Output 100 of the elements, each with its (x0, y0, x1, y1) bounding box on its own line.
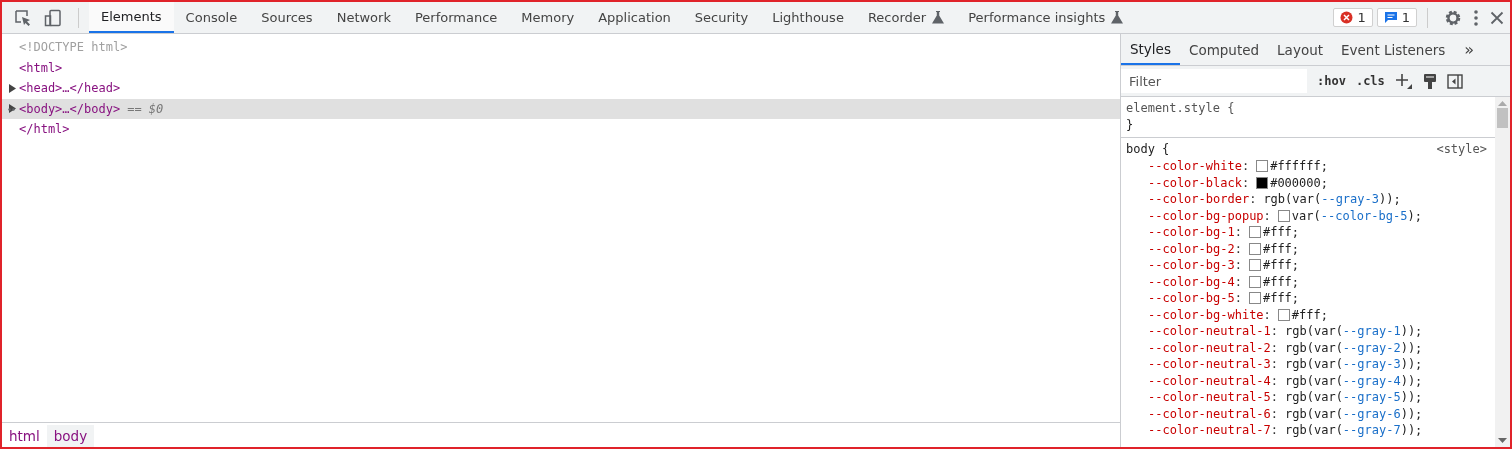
panel-tab[interactable]: Sources (249, 2, 325, 33)
message-count[interactable]: 1 (1376, 8, 1417, 27)
panel-tab[interactable]: Lighthouse (760, 2, 856, 33)
color-swatch[interactable] (1248, 226, 1261, 239)
property-name: --color-bg-2 (1148, 240, 1235, 257)
flask-icon (932, 11, 945, 24)
colon: : (1234, 290, 1242, 307)
sidebar-tab[interactable]: Layout (1268, 34, 1332, 65)
color-swatch[interactable] (1277, 209, 1290, 222)
colon: : (1234, 240, 1242, 257)
property-value: rgb(var(--gray-7)); (1285, 422, 1423, 439)
property-value: #fff; (1262, 224, 1300, 241)
message-icon (1383, 11, 1398, 24)
dom-node-text: <html> (19, 60, 63, 75)
colon: : (1234, 224, 1242, 241)
dom-node-text: <body>…</body> (19, 101, 121, 116)
property-value: #fff; (1262, 257, 1300, 274)
panel-tab[interactable]: Memory (509, 2, 587, 33)
sidebar-tab[interactable]: Event Listeners (1332, 34, 1455, 65)
closing-brace: } (1126, 117, 1135, 134)
property-name: --color-bg-popup (1148, 207, 1264, 224)
panel-tab[interactable]: Elements (89, 2, 174, 33)
property-value: rgb(var(--gray-1)); (1285, 323, 1423, 340)
color-swatch[interactable] (1248, 242, 1261, 255)
colon: : (1263, 306, 1271, 323)
sidebar-toggle-icon[interactable] (1446, 73, 1463, 89)
property-value: #ffffff; (1270, 158, 1328, 175)
panel-tab[interactable]: Console (173, 2, 250, 33)
colon: : (1270, 389, 1279, 406)
panel-tab[interactable]: Recorder (855, 2, 957, 33)
property-value: rgb(var(--gray-3)); (1285, 356, 1423, 373)
property-value: #fff; (1262, 290, 1300, 307)
colon: : (1270, 323, 1279, 340)
property-name: --color-bg-1 (1148, 224, 1235, 241)
scrollbar[interactable] (1495, 97, 1510, 447)
class-button[interactable]: .cls (1355, 74, 1385, 88)
property-name: --color-white (1148, 158, 1242, 175)
color-swatch[interactable] (1256, 176, 1269, 189)
property-value: rgb(var(--gray-5)); (1285, 389, 1423, 406)
panel-tab[interactable]: Performance insights (956, 2, 1136, 33)
dom-node-text: <!DOCTYPE html> (19, 40, 128, 55)
property-name: --color-neutral-2 (1148, 339, 1271, 356)
property-value: var(--color-bg-5); (1291, 207, 1422, 224)
colon: : (1270, 405, 1279, 422)
property-name: --color-border (1148, 191, 1250, 208)
node-reference: == $0 (127, 101, 164, 116)
property-name: --color-neutral-5 (1148, 389, 1271, 406)
selected-node-row[interactable]: <body>…</body> == $0 (2, 98, 1120, 119)
hover-state-button[interactable]: :hov (1317, 74, 1346, 88)
expand-arrow-icon[interactable] (8, 83, 16, 93)
property-value: #fff; (1291, 306, 1328, 323)
property-name: --color-neutral-7 (1148, 422, 1271, 439)
rule-selector: body { (1126, 141, 1170, 158)
property-name: --color-bg-3 (1148, 257, 1235, 274)
breadcrumb[interactable]: body (46, 425, 95, 447)
color-swatch[interactable] (1248, 292, 1261, 305)
panel-tab[interactable]: Performance (402, 2, 510, 33)
more-tabs-button[interactable]: » (1454, 34, 1485, 65)
add-icon[interactable] (1394, 73, 1413, 89)
colon: : (1234, 273, 1242, 290)
property-name: --color-neutral-1 (1148, 323, 1271, 340)
color-swatch[interactable] (1277, 308, 1290, 321)
property-value: #000000; (1270, 174, 1328, 191)
property-value: rgb(var(--gray-6)); (1285, 405, 1423, 422)
property-value: #fff; (1262, 273, 1300, 290)
property-name: --color-bg-white (1148, 306, 1264, 323)
error-count[interactable]: 1 (1333, 8, 1373, 27)
color-swatch[interactable] (1248, 259, 1261, 272)
property-value: rgb(var(--gray-4)); (1285, 372, 1423, 389)
scrollbar-thumb[interactable] (1497, 108, 1508, 128)
sidebar-tab[interactable]: Computed (1179, 34, 1269, 65)
error-icon (1340, 11, 1354, 24)
expand-arrow-icon[interactable] (8, 104, 16, 114)
colon: : (1241, 158, 1250, 175)
colon: : (1234, 257, 1242, 274)
property-value: rgb(var(--gray-2)); (1285, 339, 1423, 356)
dom-node-text: </html> (19, 122, 70, 137)
property-name: --color-neutral-6 (1148, 405, 1271, 422)
paint-roller-icon[interactable] (1422, 72, 1437, 90)
flask-icon (1111, 11, 1124, 24)
property-name: --color-bg-4 (1148, 273, 1235, 290)
colon: : (1270, 422, 1279, 439)
panel-tab[interactable]: Security (682, 2, 761, 33)
color-swatch[interactable] (1248, 275, 1261, 288)
colon: : (1241, 174, 1250, 191)
property-name: --color-bg-5 (1148, 290, 1235, 307)
property-value: #fff; (1262, 240, 1300, 257)
color-swatch[interactable] (1256, 160, 1269, 173)
property-value: rgb(var(--gray-3)); (1263, 191, 1401, 208)
dom-node-row[interactable]: <head>…</head> (2, 78, 1120, 99)
panel-tab[interactable]: Application (586, 2, 683, 33)
panel-tab[interactable]: Network (324, 2, 403, 33)
style-source-link[interactable]: <style> (1436, 141, 1487, 158)
filter-field[interactable]: Filter (1121, 69, 1307, 93)
dom-node-row[interactable]: <html> (2, 57, 1120, 78)
scroll-down-icon[interactable] (1498, 438, 1507, 444)
breadcrumb[interactable]: html (2, 425, 47, 447)
dom-node-row[interactable]: </html> (2, 119, 1120, 140)
colon: : (1270, 356, 1279, 373)
element-style-selector: element.style { (1126, 100, 1236, 117)
